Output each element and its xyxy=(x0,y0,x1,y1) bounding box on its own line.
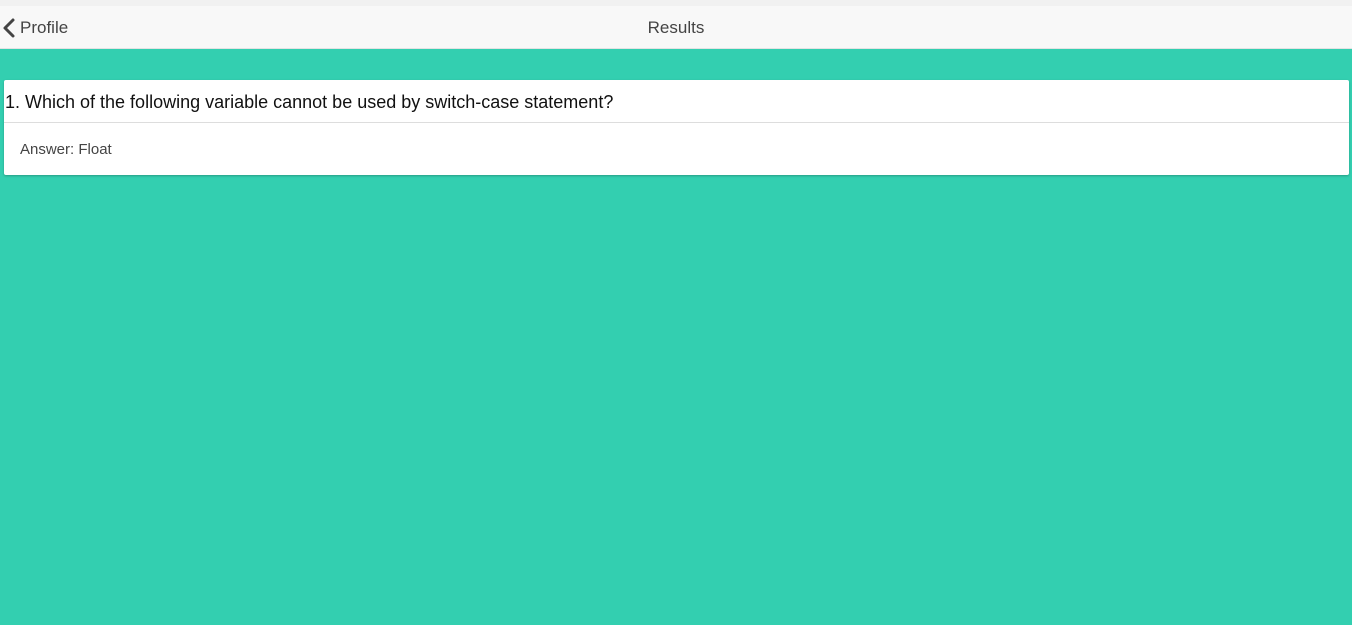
result-card: 1. Which of the following variable canno… xyxy=(4,80,1349,175)
navigation-bar: Profile Results xyxy=(0,6,1352,49)
question-text: 1. Which of the following variable canno… xyxy=(4,80,1349,123)
page-title: Results xyxy=(647,18,705,37)
back-button-label: Profile xyxy=(20,17,69,37)
answer-text: Answer: Float xyxy=(20,141,112,158)
back-button[interactable]: Profile xyxy=(0,6,68,49)
chevron-left-icon xyxy=(2,17,18,39)
